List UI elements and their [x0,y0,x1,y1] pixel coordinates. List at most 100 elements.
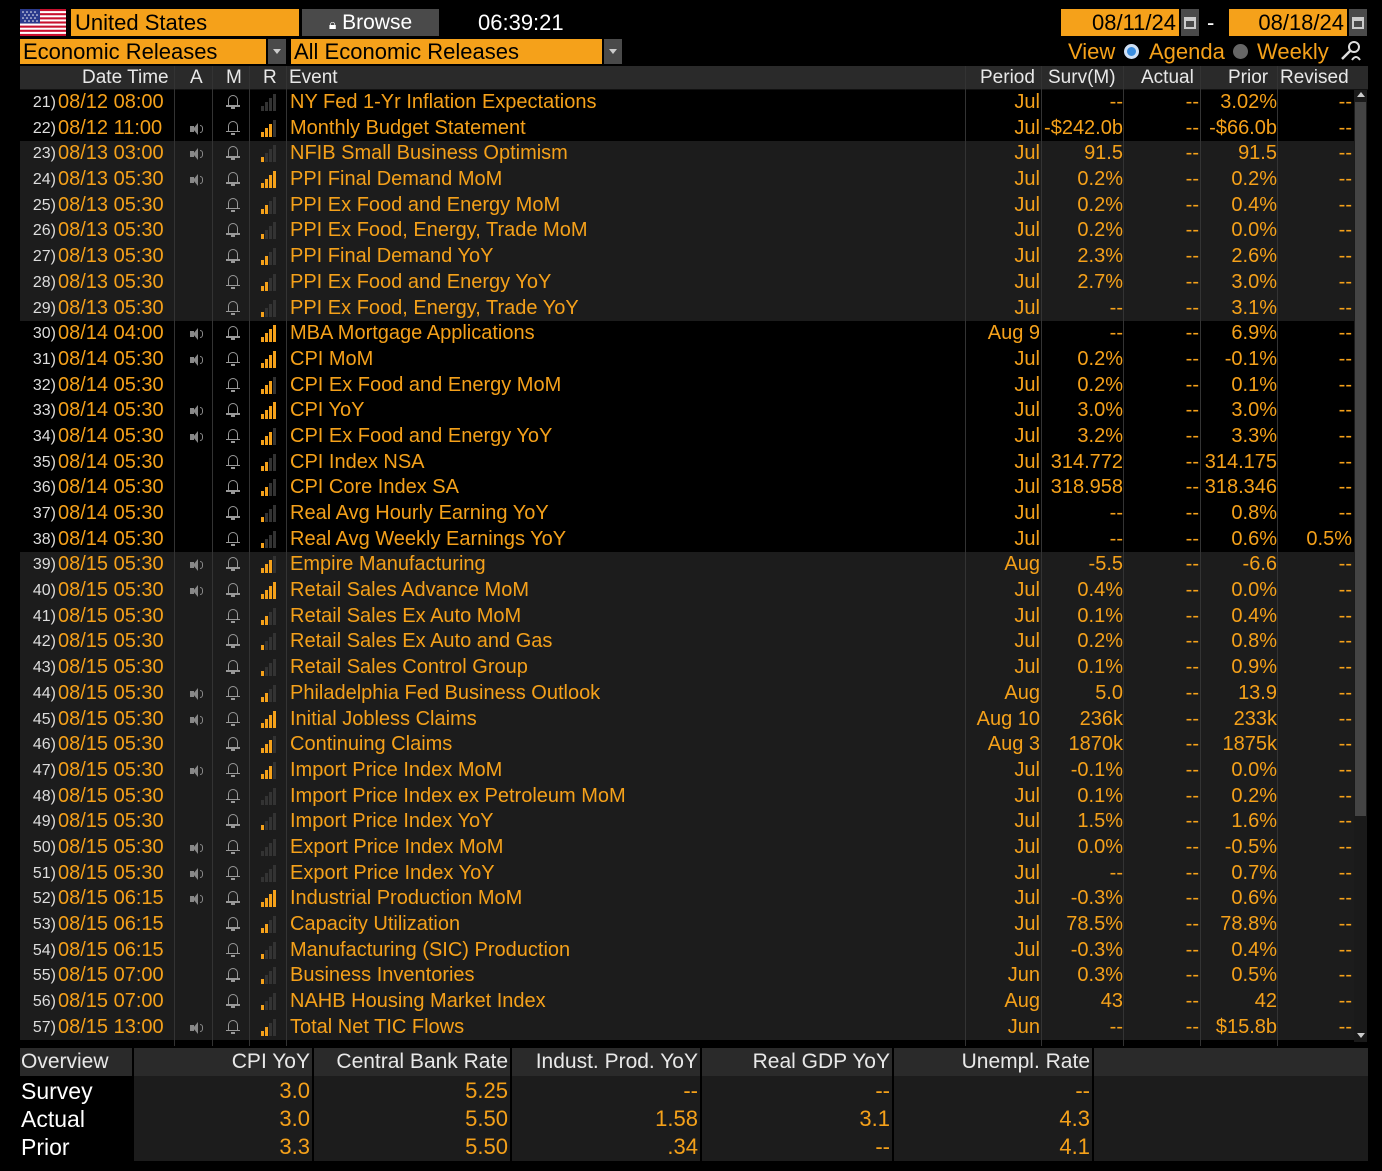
speaker-icon[interactable] [190,713,204,727]
bell-cell[interactable] [225,963,241,989]
table-row[interactable]: 56) 08/15 07:00 NAHB Housing Market Index A… [20,989,1354,1015]
event-name[interactable]: NY Fed 1-Yr Inflation Expectations [290,90,960,116]
alert-cell[interactable] [190,141,204,167]
event-name[interactable]: Import Price Index MoM [290,758,960,784]
alert-cell[interactable] [190,938,204,964]
alert-cell[interactable] [190,886,204,912]
alert-cell[interactable] [190,296,204,322]
table-row[interactable]: 47) 08/15 05:30 Import Price Index MoM Jul -… [20,757,1354,784]
alert-cell[interactable] [190,193,204,219]
event-name[interactable]: PPI Ex Food, Energy, Trade MoM [290,218,960,244]
col-datetime[interactable]: Date Time [82,66,169,90]
person-search-icon[interactable] [1340,40,1362,62]
alert-cell[interactable] [190,629,204,655]
speaker-icon[interactable] [190,867,204,881]
bell-icon[interactable] [225,865,241,881]
alert-cell[interactable] [190,552,204,578]
col-event[interactable]: Event [289,66,338,90]
table-row[interactable]: 23) 08/13 03:00 NFIB Small Business Optimi… [20,141,1354,168]
table-row[interactable]: 36) 08/14 05:30 CPI Core Index SA Jul 318.95… [20,475,1354,501]
bell-icon[interactable] [225,608,241,624]
bell-cell[interactable] [225,758,241,784]
table-row[interactable]: 31) 08/14 05:30 CPI MoM Jul 0.2% -- -0.1% -- [20,346,1354,373]
bell-cell[interactable] [225,347,241,373]
event-name[interactable]: Retail Sales Control Group [290,655,960,681]
bell-icon[interactable] [225,813,241,829]
bell-cell[interactable] [225,296,241,322]
alert-cell[interactable] [190,244,204,270]
alert-cell[interactable] [190,989,204,1015]
vertical-scrollbar[interactable] [1354,90,1367,1042]
speaker-icon[interactable] [190,841,204,855]
bell-icon[interactable] [225,145,241,161]
table-row[interactable]: 37) 08/14 05:30 Real Avg Hourly Earning Yo… [20,501,1354,527]
alert-cell[interactable] [190,835,204,861]
bell-cell[interactable] [225,1015,241,1041]
bell-cell[interactable] [225,218,241,244]
country-field[interactable]: United States [71,9,299,36]
table-row[interactable]: 27) 08/13 05:30 PPI Final Demand YoY Jul 2.3… [20,244,1354,270]
table-row[interactable]: 41) 08/15 05:30 Retail Sales Ex Auto MoM Ju… [20,603,1354,630]
alert-cell[interactable] [190,809,204,835]
scroll-down-icon[interactable] [1357,1033,1365,1038]
bell-icon[interactable] [225,377,241,393]
bell-icon[interactable] [225,788,241,804]
table-row[interactable]: 44) 08/15 05:30 Philadelphia Fed Business … [20,680,1354,707]
table-row[interactable]: 46) 08/15 05:30 Continuing Claims Aug 3 1870… [20,732,1354,758]
alert-cell[interactable] [190,347,204,373]
event-name[interactable]: Monthly Budget Statement [290,116,960,142]
bell-icon[interactable] [225,556,241,572]
calendar-icon[interactable] [1349,9,1367,36]
event-name[interactable]: Empire Manufacturing [290,552,960,578]
alert-cell[interactable] [190,116,204,142]
table-row[interactable]: 42) 08/15 05:30 Retail Sales Ex Auto and G… [20,629,1354,656]
speaker-icon[interactable] [190,1021,204,1035]
bell-cell[interactable] [225,116,241,142]
table-row[interactable]: 22) 08/12 11:00 Monthly Budget Statement Ju… [20,115,1354,142]
bell-cell[interactable] [225,835,241,861]
table-row[interactable]: 35) 08/14 05:30 CPI Index NSA Jul 314.772 -- 3… [20,449,1354,476]
bell-icon[interactable] [225,351,241,367]
event-name[interactable]: PPI Final Demand YoY [290,244,960,270]
event-name[interactable]: CPI Index NSA [290,450,960,476]
event-name[interactable]: PPI Ex Food and Energy YoY [290,270,960,296]
event-name[interactable]: Export Price Index YoY [290,861,960,887]
bell-icon[interactable] [225,762,241,778]
event-name[interactable]: Real Avg Hourly Earning YoY [290,501,960,527]
alert-cell[interactable] [190,450,204,476]
alert-cell[interactable] [190,373,204,399]
alert-cell[interactable] [190,707,204,733]
table-row[interactable]: 24) 08/13 05:30 PPI Final Demand MoM Jul 0.2… [20,167,1354,193]
table-row[interactable]: 40) 08/15 05:30 Retail Sales Advance MoM Ju… [20,578,1354,604]
table-row[interactable]: 52) 08/15 06:15 Industrial Production MoM J… [20,886,1354,912]
bell-icon[interactable] [225,325,241,341]
bell-cell[interactable] [225,578,241,604]
alert-cell[interactable] [190,218,204,244]
table-row[interactable]: 28) 08/13 05:30 PPI Ex Food and Energy YoY… [20,269,1354,296]
bell-cell[interactable] [225,450,241,476]
table-row[interactable]: 32) 08/14 05:30 CPI Ex Food and Energy MoM… [20,372,1354,399]
browse-button[interactable]: 🔒︎ Browse [302,9,439,36]
speaker-icon[interactable] [190,892,204,906]
event-name[interactable]: Real Avg Weekly Earnings YoY [290,527,960,553]
alert-cell[interactable] [190,475,204,501]
bell-icon[interactable] [225,839,241,855]
bell-cell[interactable] [225,655,241,681]
bell-cell[interactable] [225,193,241,219]
event-name[interactable]: Import Price Index YoY [290,809,960,835]
event-name[interactable]: NFIB Small Business Optimism [290,141,960,167]
bell-cell[interactable] [225,321,241,347]
bell-cell[interactable] [225,398,241,424]
bell-icon[interactable] [225,248,241,264]
event-name[interactable]: CPI YoY [290,398,960,424]
alert-cell[interactable] [190,681,204,707]
col-actual[interactable]: Actual [1141,66,1194,90]
bell-icon[interactable] [225,967,241,983]
bell-cell[interactable] [225,604,241,630]
speaker-icon[interactable] [190,173,204,187]
bell-cell[interactable] [225,629,241,655]
event-name[interactable]: Initial Jobless Claims [290,707,960,733]
bell-icon[interactable] [225,428,241,444]
table-row[interactable]: 34) 08/14 05:30 CPI Ex Food and Energy YoY… [20,423,1354,450]
col-survey[interactable]: Surv(M) [1048,66,1116,90]
